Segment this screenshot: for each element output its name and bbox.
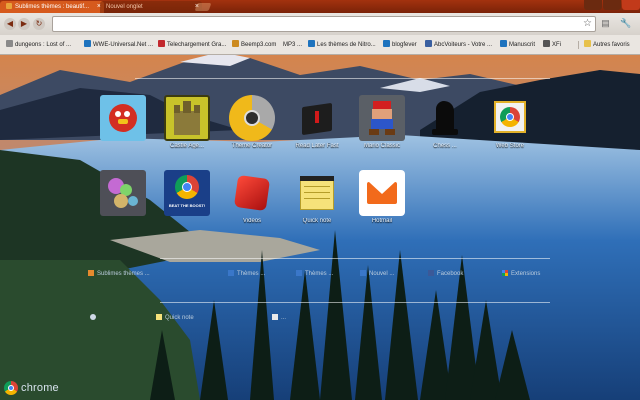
other-bookmarks-folder[interactable]: Autres favoris <box>584 40 630 50</box>
most-visited-item[interactable] <box>90 314 99 321</box>
page-icon <box>296 270 302 276</box>
beat-the-boost-badge: BEAT THE BOOST! <box>168 203 206 208</box>
recently-closed-item[interactable]: Thèmes ... <box>228 270 265 277</box>
bookmark-item[interactable]: blogfever <box>383 40 417 50</box>
bookmark-item[interactable]: MP3 ... <box>283 40 302 50</box>
tab-strip: Sublimes thèmes : beautif... × Nouvel on… <box>0 0 640 13</box>
bookmark-item[interactable]: Les thèmes de Nitro... <box>308 40 376 50</box>
tab-favicon <box>6 3 12 9</box>
app-tile[interactable]: Castle Age... <box>162 95 212 149</box>
chrome-logo-icon <box>4 381 18 395</box>
extensions-icon <box>502 270 508 276</box>
app-tile[interactable]: Hotmail <box>357 170 407 224</box>
reload-icon[interactable]: ↻ <box>33 18 45 30</box>
page-icon <box>88 270 94 276</box>
mail-icon <box>359 170 405 216</box>
app-tile[interactable]: Web Store <box>485 95 535 149</box>
most-visited-item[interactable]: Quick note <box>156 314 194 321</box>
castle-icon <box>164 95 210 141</box>
beat-the-boost-icon: BEAT THE BOOST! <box>164 170 210 216</box>
red-cube-icon <box>229 170 275 216</box>
chrome-theme-icon <box>229 95 275 141</box>
omnibox-input[interactable]: ☆ <box>52 16 596 32</box>
app-tile[interactable]: Chess ... <box>420 95 470 149</box>
page-icon <box>228 270 234 276</box>
bubbles-icon <box>100 170 146 216</box>
maximize-button[interactable] <box>603 0 621 10</box>
bookmark-favicon <box>500 40 507 47</box>
bookmark-item[interactable]: Manuscrit <box>500 40 535 50</box>
wrench-icon[interactable]: 🔧 <box>620 18 631 29</box>
recently-closed-item[interactable]: Facebook <box>428 270 463 277</box>
chrome-wordmark: chrome <box>21 382 59 394</box>
bookmark-favicon <box>383 40 390 47</box>
most-visited-item[interactable]: ... <box>272 314 286 321</box>
bookmarks-separator <box>578 41 579 49</box>
bookmark-item[interactable]: WWE-Universal.Net ... <box>84 40 153 50</box>
chess-knight-icon <box>422 95 468 141</box>
bookmark-favicon <box>6 40 13 47</box>
facebook-icon <box>428 270 434 276</box>
bookmark-favicon <box>158 40 165 47</box>
tab-active[interactable]: Sublimes thèmes : beautif... × <box>0 1 104 13</box>
bookmark-item[interactable]: AbcVoiteurs - Votre ... <box>425 40 492 50</box>
new-tab-button[interactable] <box>194 3 212 11</box>
recently-closed-item[interactable]: Extensions <box>502 270 540 277</box>
recently-closed-item[interactable]: Thèmes ... <box>296 270 333 277</box>
app-tile[interactable] <box>98 170 148 218</box>
bookmark-favicon <box>308 40 315 47</box>
app-tile[interactable]: BEAT THE BOOST! <box>162 170 212 218</box>
angry-birds-icon <box>100 95 146 141</box>
recently-closed-item[interactable]: Nouvel ... <box>360 270 394 277</box>
star-icon[interactable]: ☆ <box>583 18 592 30</box>
minimize-button[interactable] <box>584 0 602 10</box>
apps-section-top-line <box>135 78 550 79</box>
mario-icon <box>359 95 405 141</box>
tab-title: Nouvel onglet <box>106 4 143 10</box>
window-controls <box>583 0 640 12</box>
bookmarks-bar: dungeons : Lost of ... WWE-Universal.Net… <box>0 35 640 55</box>
tab-new[interactable]: Nouvel onglet × <box>100 1 202 13</box>
bookmark-item[interactable]: Telechargement Gra... <box>158 40 226 50</box>
page-menu-icon[interactable]: ▤ <box>600 18 611 29</box>
apps-section-bottom-line <box>160 258 550 259</box>
web-store-icon <box>487 95 533 141</box>
app-tile[interactable]: Videos <box>227 170 277 224</box>
globe-icon <box>90 314 96 320</box>
page-icon <box>272 314 278 320</box>
bookmark-favicon <box>425 40 432 47</box>
forward-arrow-icon[interactable]: ▶ <box>18 18 30 30</box>
page-icon <box>360 270 366 276</box>
app-tile[interactable]: Quick note <box>292 170 342 224</box>
bookmark-favicon <box>232 40 239 47</box>
sticky-note-icon <box>156 314 162 320</box>
read-later-icon <box>294 95 340 141</box>
recently-closed-item[interactable]: Sublimes thèmes ... <box>88 270 150 277</box>
close-window-button[interactable] <box>622 0 640 10</box>
bookmark-favicon <box>543 40 550 47</box>
app-tile[interactable]: Mario Classic <box>357 95 407 149</box>
browser-toolbar: ◀ ▶ ↻ ☆ ▤ 🔧 <box>0 13 640 35</box>
sticky-note-icon <box>294 170 340 216</box>
folder-icon <box>584 40 591 47</box>
bookmark-item[interactable]: XFi <box>543 40 561 50</box>
app-tile[interactable]: Read Later Fast <box>292 95 342 149</box>
back-arrow-icon[interactable]: ◀ <box>4 18 16 30</box>
app-tile[interactable] <box>98 95 148 143</box>
chrome-brand: chrome <box>4 380 59 396</box>
app-tile[interactable]: Theme Creator <box>227 95 277 149</box>
bookmark-favicon <box>84 40 91 47</box>
most-visited-line <box>160 302 550 303</box>
bookmark-item[interactable]: Beemp3.com <box>232 40 276 50</box>
bookmark-item[interactable]: dungeons : Lost of ... <box>6 40 71 50</box>
tab-title: Sublimes thèmes : beautif... <box>15 4 90 10</box>
